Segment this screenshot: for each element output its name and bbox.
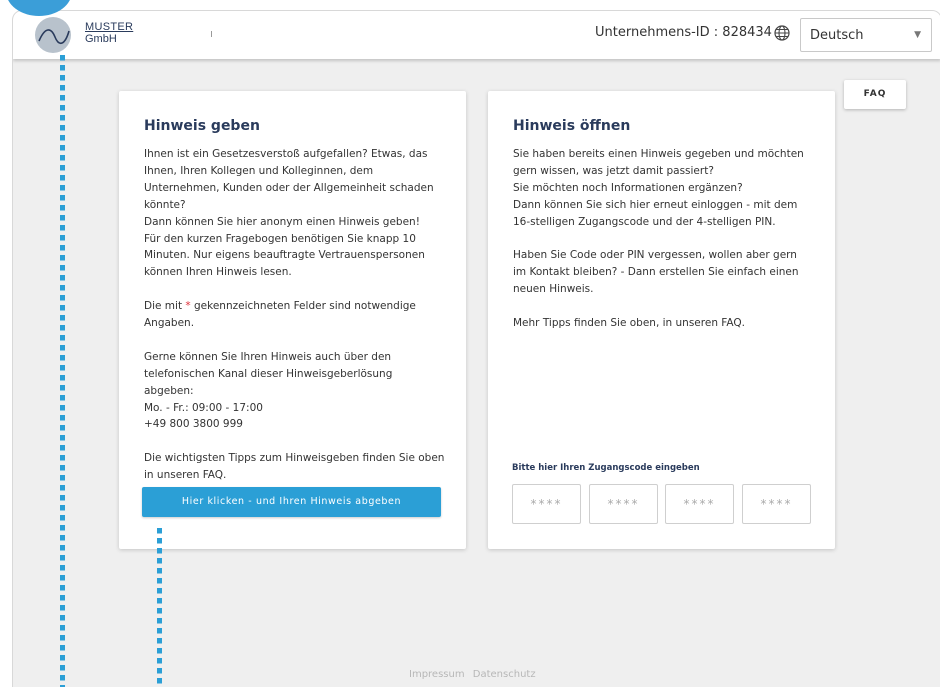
submit-report-button[interactable]: Hier klicken - und Ihren Hinweis abgeben <box>142 487 441 517</box>
dotted-guide-line <box>60 55 65 687</box>
chevron-down-icon: ▼ <box>914 30 921 40</box>
footer: Impressum Datenschutz <box>409 669 541 680</box>
required-note: Die mit * gekennzeichneten Felder sind n… <box>144 298 449 315</box>
text-line: Angaben. <box>144 317 195 330</box>
logo-emblem <box>35 17 71 53</box>
faq-button[interactable]: FAQ <box>844 80 906 109</box>
access-code-field-2[interactable]: **** <box>589 484 658 524</box>
app-frame: MUSTER GmbH Unternehmens-ID : 828434 Deu… <box>12 10 940 687</box>
text-line: Dann können Sie hier anonym einen Hinwei… <box>144 215 420 228</box>
required-note-suffix: gekennzeichneten Felder sind notwendige <box>190 300 416 313</box>
text-line: 16-stelligen Zugangscode und der 4-stell… <box>513 215 776 228</box>
access-code-field-3[interactable]: **** <box>665 484 734 524</box>
globe-icon <box>773 24 791 42</box>
access-code-field-4[interactable]: **** <box>742 484 811 524</box>
text-line: Die wichtigsten Tipps zum Hinweisgeben f… <box>144 452 445 465</box>
access-code-label: Bitte hier Ihren Zugangscode eingeben <box>512 463 700 473</box>
text-line: Ihnen, Ihren Kollegen und Kolleginnen, d… <box>144 164 374 177</box>
text-line: abgeben: <box>144 384 194 397</box>
text-line: im Kontakt bleiben? - Dann erstellen Sie… <box>513 266 799 279</box>
text-line: gern wissen, was jetzt damit passiert? <box>513 164 714 177</box>
office-hours: Mo. - Fr.: 09:00 - 17:00 <box>144 401 263 414</box>
text-line: Für den kurzen Fragebogen benötigen Sie … <box>144 232 416 245</box>
text-line: Sie möchten noch Informationen ergänzen? <box>513 181 743 194</box>
required-note-prefix: Die mit <box>144 300 186 313</box>
logo-line2: GmbH <box>85 33 117 45</box>
dotted-guide-line <box>157 528 162 687</box>
text-line: Haben Sie Code oder PIN vergessen, wolle… <box>513 249 797 262</box>
divider-tick <box>211 31 212 37</box>
text-line: in unseren FAQ. <box>144 469 227 482</box>
give-report-text: Ihnen ist ein Gesetzesverstoß aufgefalle… <box>144 146 449 484</box>
company-id: Unternehmens-ID : 828434 <box>595 25 772 40</box>
open-report-title: Hinweis öffnen <box>513 118 631 134</box>
text-line: Mehr Tipps finden Sie oben, in unseren F… <box>513 317 745 330</box>
text-line: können Ihren Hinweis lesen. <box>144 266 292 279</box>
open-report-card: Hinweis öffnen Sie haben bereits einen H… <box>488 91 835 549</box>
impressum-link[interactable]: Impressum <box>409 669 465 680</box>
language-value: Deutsch <box>810 28 864 43</box>
text-line: Sie haben bereits einen Hinweis gegeben … <box>513 148 804 160</box>
open-report-text: Sie haben bereits einen Hinweis gegeben … <box>513 146 818 332</box>
logo-text: MUSTER GmbH <box>85 21 133 45</box>
text-line: neuen Hinweis. <box>513 283 594 296</box>
access-code-field-1[interactable]: **** <box>512 484 581 524</box>
logo-line1: MUSTER <box>85 21 134 33</box>
top-bar: MUSTER GmbH Unternehmens-ID : 828434 Deu… <box>13 11 940 59</box>
company-logo[interactable]: MUSTER GmbH <box>35 17 145 53</box>
phone-number: +49 800 3800 999 <box>144 418 243 431</box>
give-report-card: Hinweis geben Ihnen ist ein Gesetzesvers… <box>119 91 466 549</box>
datenschutz-link[interactable]: Datenschutz <box>473 669 536 680</box>
text-line: Unternehmen, Kunden oder der Allgemeinhe… <box>144 181 434 194</box>
text-line: Dann können Sie sich hier erneut einlogg… <box>513 198 798 211</box>
language-select[interactable]: Deutsch ▼ <box>800 18 932 52</box>
give-report-title: Hinweis geben <box>144 118 260 134</box>
text-line: Ihnen ist ein Gesetzesverstoß aufgefalle… <box>144 148 428 160</box>
text-line: Minuten. Nur eigens beauftragte Vertraue… <box>144 249 425 262</box>
text-line: telefonischen Kanal dieser Hinweisgeberl… <box>144 367 393 380</box>
text-line: Gerne können Sie Ihren Hinweis auch über… <box>144 350 392 363</box>
text-line: könnte? <box>144 198 186 211</box>
